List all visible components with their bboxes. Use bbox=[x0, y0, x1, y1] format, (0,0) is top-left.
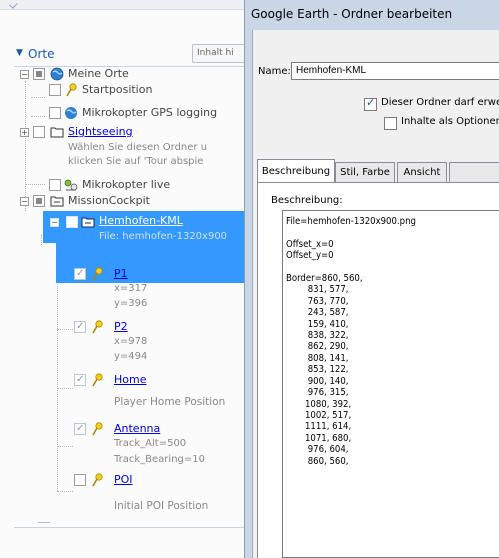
tree-item-mikrokopter-live[interactable]: Mikrokopter live bbox=[14, 177, 244, 193]
places-title[interactable]: Orte bbox=[16, 47, 55, 61]
collapse-toggle[interactable]: − bbox=[20, 197, 29, 206]
pushpin-icon bbox=[64, 83, 78, 97]
kml-link-icon bbox=[81, 215, 95, 229]
expand-toggle[interactable]: + bbox=[20, 128, 29, 137]
dialog-title: Google Earth - Ordner bearbeiten bbox=[251, 7, 453, 21]
tab-stil-farbe[interactable]: Stil, Farbe bbox=[335, 162, 395, 182]
item-checkbox[interactable] bbox=[74, 372, 86, 388]
tab-more[interactable] bbox=[449, 162, 499, 182]
dialog-titlebar[interactable]: Google Earth - Ordner bearbeiten bbox=[244, 0, 499, 30]
item-description: File: hemhofen-1320x900 bbox=[99, 231, 228, 242]
tree-item-label: Startposition bbox=[82, 83, 153, 96]
tree-item-gps-logging[interactable]: Mikrokopter GPS logging bbox=[14, 105, 244, 121]
tree-item-poi[interactable]: POI bbox=[74, 472, 234, 488]
pushpin-icon bbox=[90, 320, 104, 334]
item-checkbox[interactable] bbox=[66, 216, 78, 228]
item-description: Initial POI Position bbox=[114, 500, 209, 512]
item-checkbox[interactable] bbox=[33, 195, 45, 207]
tree-item-p2[interactable]: P2 bbox=[74, 319, 234, 335]
tree-item-sightseeing[interactable]: + Sightseeing bbox=[14, 124, 244, 140]
tree-item-antenna[interactable]: Antenna bbox=[74, 421, 234, 437]
tree-item-label: MissionCockpit bbox=[68, 194, 150, 207]
places-header: Orte Inhalt hi bbox=[14, 40, 244, 67]
item-checkbox[interactable] bbox=[74, 319, 86, 335]
name-input[interactable] bbox=[291, 62, 499, 80]
tree-item-link[interactable]: Home bbox=[114, 372, 146, 388]
description-label: Beschreibung: bbox=[271, 195, 343, 206]
collapse-toggle[interactable]: − bbox=[20, 70, 29, 79]
checkbox[interactable] bbox=[384, 117, 397, 130]
tree-item-link[interactable]: Sightseeing bbox=[68, 124, 133, 140]
tree-item-p1[interactable]: P1 bbox=[74, 266, 234, 282]
item-description: Track_Alt=500 bbox=[114, 438, 187, 449]
item-description: Wählen Sie diesen Ordner u bbox=[68, 142, 208, 153]
tree-item-home[interactable]: Home bbox=[74, 372, 234, 388]
panel-bottom-bar bbox=[14, 522, 244, 538]
option-contents-checkbox[interactable]: Inhalte als Optioner bbox=[384, 116, 499, 130]
item-checkbox[interactable] bbox=[33, 68, 45, 80]
folder-icon bbox=[50, 125, 64, 139]
item-checkbox[interactable] bbox=[49, 107, 61, 119]
option-allow-label: Dieser Ordner darf erwe bbox=[381, 97, 499, 108]
item-checkbox[interactable] bbox=[74, 266, 86, 282]
item-checkbox[interactable] bbox=[74, 474, 86, 486]
description-textarea[interactable]: File=hemhofen-1320x900.png Offset_x=0 Of… bbox=[282, 210, 499, 558]
tree-item-link[interactable]: Hemhofen-KML bbox=[99, 214, 183, 227]
edit-folder-dialog: Google Earth - Ordner bearbeiten Name: D… bbox=[244, 0, 499, 558]
item-description: x=317 bbox=[114, 283, 148, 294]
live-device-icon bbox=[64, 178, 78, 192]
tree-item-link[interactable]: POI bbox=[114, 472, 133, 488]
tree-item-label: Mikrokopter GPS logging bbox=[82, 106, 218, 119]
tree-item-link[interactable]: Antenna bbox=[114, 421, 160, 437]
places-panel: Orte Inhalt hi − Meine Orte bbox=[0, 0, 244, 558]
checkbox[interactable] bbox=[364, 96, 377, 111]
tree-item-link[interactable]: P1 bbox=[114, 266, 128, 282]
panel-top-bar[interactable] bbox=[0, 0, 244, 10]
option-allow-checkbox[interactable]: Dieser Ordner darf erwe bbox=[364, 96, 499, 111]
tree-item-label: Meine Orte bbox=[68, 67, 129, 80]
selected-tree-item-hemhofen[interactable]: − Hemhofen-KML File: hemhofen-1320x900 bbox=[43, 211, 244, 243]
item-description: Track_Bearing=10 bbox=[114, 454, 205, 465]
kml-link-icon bbox=[50, 194, 64, 208]
collapse-toggle[interactable]: − bbox=[50, 218, 59, 227]
item-checkbox[interactable] bbox=[49, 179, 61, 191]
item-description: x=978 bbox=[114, 336, 148, 347]
earth-icon bbox=[64, 106, 78, 120]
earth-icon bbox=[50, 67, 64, 81]
tab-beschreibung[interactable]: Beschreibung bbox=[257, 159, 335, 183]
item-checkbox[interactable] bbox=[49, 84, 61, 96]
item-description: y=494 bbox=[114, 351, 148, 362]
item-description: y=396 bbox=[114, 298, 148, 309]
tree-item-startposition[interactable]: Startposition bbox=[14, 82, 244, 98]
description-text: File=hemhofen-1320x900.png Offset_x=0 Of… bbox=[286, 216, 416, 467]
content-button[interactable]: Inhalt hi bbox=[192, 44, 244, 63]
tree-item-meine-orte[interactable]: − Meine Orte bbox=[14, 66, 244, 82]
item-checkbox[interactable] bbox=[74, 421, 86, 437]
item-checkbox[interactable] bbox=[33, 126, 45, 138]
pushpin-icon bbox=[90, 473, 104, 487]
pushpin-icon bbox=[90, 373, 104, 387]
tab-ansicht[interactable]: Ansicht bbox=[397, 162, 447, 182]
pushpin-icon bbox=[90, 267, 104, 281]
pushpin-icon bbox=[90, 422, 104, 436]
option-contents-label: Inhalte als Optioner bbox=[401, 116, 499, 127]
tree-item-missioncockpit[interactable]: − MissionCockpit bbox=[14, 193, 244, 209]
name-label: Name: bbox=[258, 66, 291, 77]
item-description: klicken Sie auf 'Tour abspie bbox=[68, 156, 204, 167]
tree-item-link[interactable]: P2 bbox=[114, 319, 128, 335]
item-description: Player Home Position bbox=[114, 396, 226, 408]
tree-item-label: Mikrokopter live bbox=[82, 178, 171, 191]
